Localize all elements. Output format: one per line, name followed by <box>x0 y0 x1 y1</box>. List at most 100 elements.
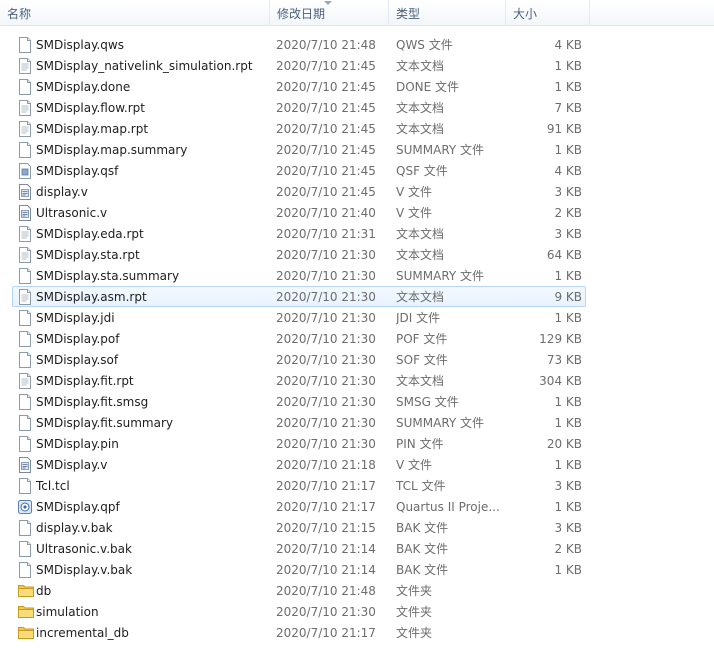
file-name: SMDisplay.fit.summary <box>36 416 174 430</box>
file-type: JDI 文件 <box>396 311 441 325</box>
file-type: V 文件 <box>396 185 433 199</box>
settings-file-icon <box>18 163 32 179</box>
folder-icon <box>18 604 34 620</box>
file-row[interactable]: SMDisplay.v 2020/7/10 21:18 V 文件 1 KB <box>12 454 586 475</box>
file-icon <box>18 541 32 557</box>
file-icon <box>18 352 32 368</box>
file-type: V 文件 <box>396 458 433 472</box>
file-row[interactable]: display.v.bak 2020/7/10 21:15 BAK 文件 3 KB <box>12 517 586 538</box>
file-date-modified: 2020/7/10 21:48 <box>276 584 376 598</box>
file-size: 1 KB <box>554 458 582 472</box>
folder-icon <box>18 625 34 641</box>
file-size: 1 KB <box>554 143 582 157</box>
file-icon <box>18 79 32 95</box>
file-name: SMDisplay.map.summary <box>36 143 188 157</box>
file-size: 20 KB <box>546 437 582 451</box>
file-date-modified: 2020/7/10 21:14 <box>276 542 376 556</box>
file-name: SMDisplay.pof <box>36 332 120 346</box>
file-row[interactable]: SMDisplay.sof 2020/7/10 21:30 SOF 文件 73 KB <box>12 349 586 370</box>
file-name: SMDisplay.map.rpt <box>36 122 149 136</box>
file-size: 4 KB <box>554 38 582 52</box>
file-type: PIN 文件 <box>396 437 444 451</box>
folder-icon <box>18 583 34 599</box>
file-type: 文件夹 <box>396 605 433 619</box>
file-name: SMDisplay_nativelink_simulation.rpt <box>36 59 253 73</box>
file-icon <box>18 415 32 431</box>
file-row[interactable]: SMDisplay.sta.rpt 2020/7/10 21:30 文本文档 64 K… <box>12 244 586 265</box>
file-row[interactable]: SMDisplay.map.rpt 2020/7/10 21:45 文本文档 91 K… <box>12 118 586 139</box>
file-row[interactable]: SMDisplay.fit.rpt 2020/7/10 21:30 文本文档 304 … <box>12 370 586 391</box>
file-date-modified: 2020/7/10 21:30 <box>276 416 376 430</box>
file-row[interactable]: SMDisplay.qpf 2020/7/10 21:17 Quartus II P… <box>12 496 586 517</box>
file-date-modified: 2020/7/10 21:45 <box>276 185 376 199</box>
file-row[interactable]: db 2020/7/10 21:48 文件夹 <box>12 580 586 601</box>
file-icon <box>18 331 32 347</box>
file-type: 文本文档 <box>396 227 445 241</box>
file-row[interactable]: SMDisplay.eda.rpt 2020/7/10 21:31 文本文档 3 KB <box>12 223 586 244</box>
file-name: display.v.bak <box>36 521 113 535</box>
file-row[interactable]: SMDisplay.pof 2020/7/10 21:30 POF 文件 129 KB <box>12 328 586 349</box>
file-type: 文本文档 <box>396 122 445 136</box>
file-icon <box>18 520 32 536</box>
file-size: 73 KB <box>546 353 582 367</box>
file-row[interactable]: SMDisplay.v.bak 2020/7/10 21:14 BAK 文件 1 KB <box>12 559 586 580</box>
file-size: 3 KB <box>554 479 582 493</box>
column-header-type[interactable]: 类型 <box>389 0 506 26</box>
quartus-project-icon <box>18 499 32 515</box>
file-row[interactable]: SMDisplay.fit.summary 2020/7/10 21:30 SUMM… <box>12 412 586 433</box>
file-name: SMDisplay.v.bak <box>36 563 133 577</box>
file-date-modified: 2020/7/10 21:45 <box>276 59 376 73</box>
file-row[interactable]: SMDisplay.asm.rpt 2020/7/10 21:30 文本文档 9 KB <box>12 286 586 307</box>
file-name: SMDisplay.done <box>36 80 131 94</box>
text-document-icon <box>18 226 32 242</box>
file-row[interactable]: simulation 2020/7/10 21:30 文件夹 <box>12 601 586 622</box>
text-document-icon <box>18 58 32 74</box>
file-type: 文本文档 <box>396 290 445 304</box>
column-header-name[interactable]: 名称 <box>0 0 270 26</box>
column-header-size[interactable]: 大小 <box>506 0 590 26</box>
file-row[interactable]: SMDisplay.flow.rpt 2020/7/10 21:45 文本文档 7 K… <box>12 97 586 118</box>
file-row[interactable]: SMDisplay.pin 2020/7/10 21:30 PIN 文件 20 KB <box>12 433 586 454</box>
file-type: TCL 文件 <box>396 479 446 493</box>
file-type: 文件夹 <box>396 584 433 598</box>
file-name: Ultrasonic.v.bak <box>36 542 132 556</box>
file-date-modified: 2020/7/10 21:45 <box>276 143 376 157</box>
file-type: 文件夹 <box>396 626 433 640</box>
file-size: 1 KB <box>554 59 582 73</box>
file-row[interactable]: SMDisplay_nativelink_simulation.rpt 2020/… <box>12 55 586 76</box>
file-type: BAK 文件 <box>396 563 449 577</box>
file-row[interactable]: incremental_db 2020/7/10 21:17 文件夹 <box>12 622 586 643</box>
verilog-file-icon <box>18 184 32 200</box>
file-name: SMDisplay.sta.summary <box>36 269 180 283</box>
file-type: DONE 文件 <box>396 80 460 94</box>
file-row[interactable]: SMDisplay.map.summary 2020/7/10 21:45 SUMM… <box>12 139 586 160</box>
file-name: SMDisplay.qpf <box>36 500 120 514</box>
file-date-modified: 2020/7/10 21:30 <box>276 269 376 283</box>
file-name: SMDisplay.asm.rpt <box>36 290 147 304</box>
file-date-modified: 2020/7/10 21:45 <box>276 80 376 94</box>
file-date-modified: 2020/7/10 21:15 <box>276 521 376 535</box>
file-name: SMDisplay.eda.rpt <box>36 227 144 241</box>
file-icon <box>18 142 32 158</box>
file-name: SMDisplay.pin <box>36 437 119 451</box>
file-icon <box>18 268 32 284</box>
file-row[interactable]: Ultrasonic.v.bak 2020/7/10 21:14 BAK 文件 2 K… <box>12 538 586 559</box>
file-date-modified: 2020/7/10 21:30 <box>276 353 376 367</box>
file-size: 3 KB <box>554 185 582 199</box>
file-date-modified: 2020/7/10 21:17 <box>276 500 376 514</box>
file-row[interactable]: SMDisplay.qsf 2020/7/10 21:45 QSF 文件 4 KB <box>12 160 586 181</box>
file-row[interactable]: SMDisplay.qws 2020/7/10 21:48 QWS 文件 4 KB <box>12 34 586 55</box>
file-row[interactable]: Ultrasonic.v 2020/7/10 21:40 V 文件 2 KB <box>12 202 586 223</box>
file-date-modified: 2020/7/10 21:48 <box>276 38 376 52</box>
file-row[interactable]: SMDisplay.sta.summary 2020/7/10 21:30 SUMM… <box>12 265 586 286</box>
file-row[interactable]: display.v 2020/7/10 21:45 V 文件 3 KB <box>12 181 586 202</box>
file-name: SMDisplay.jdi <box>36 311 115 325</box>
file-size: 4 KB <box>554 164 582 178</box>
file-size: 91 KB <box>546 122 582 136</box>
file-row[interactable]: SMDisplay.fit.smsg 2020/7/10 21:30 SMSG 文件… <box>12 391 586 412</box>
file-row[interactable]: SMDisplay.jdi 2020/7/10 21:30 JDI 文件 1 KB <box>12 307 586 328</box>
file-name: SMDisplay.fit.rpt <box>36 374 134 388</box>
file-row[interactable]: Tcl.tcl 2020/7/10 21:17 TCL 文件 3 KB <box>12 475 586 496</box>
file-row[interactable]: SMDisplay.done 2020/7/10 21:45 DONE 文件 1 KB <box>12 76 586 97</box>
file-icon <box>18 562 32 578</box>
